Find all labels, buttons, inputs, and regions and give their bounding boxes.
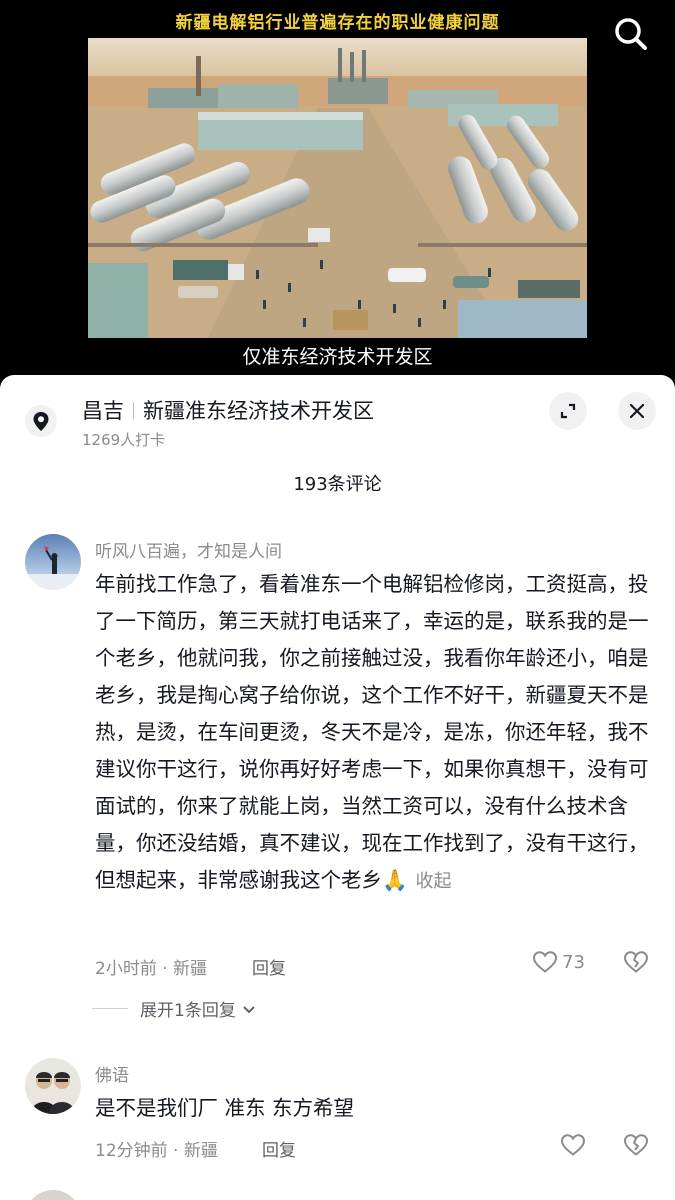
close-button[interactable]	[618, 392, 656, 430]
video-player[interactable]: 新疆电解铝行业普遍存在的职业健康问题 仅准东经济技术开发区	[0, 0, 675, 380]
search-icon	[615, 18, 647, 50]
like-button[interactable]	[560, 1133, 586, 1157]
avatar[interactable]	[25, 534, 81, 590]
chevron-down-icon	[243, 1005, 255, 1013]
video-title: 新疆电解铝行业普遍存在的职业健康问题	[175, 13, 500, 33]
dislike-button[interactable]	[623, 1133, 649, 1161]
location-city: 昌吉	[82, 399, 124, 423]
expand-replies-label: 展开1条回复	[140, 1001, 236, 1021]
avatar[interactable]	[25, 1190, 81, 1200]
search-button[interactable]	[611, 14, 651, 54]
reply-button[interactable]: 回复	[262, 1136, 296, 1161]
divider-line	[92, 1008, 128, 1009]
title-separator	[133, 402, 134, 419]
location-place: 新疆准东经济技术开发区	[143, 399, 374, 423]
broken-heart-icon	[623, 951, 649, 973]
comment-username[interactable]: 听风八百遍，才知是人间	[95, 537, 282, 562]
comment-body: 是不是我们厂 准东 东方希望	[95, 1096, 355, 1120]
video-frame-image	[88, 38, 587, 338]
expand-button[interactable]	[549, 392, 587, 430]
expand-icon	[560, 403, 576, 419]
location-title[interactable]: 昌吉 新疆准东经济技术开发区	[82, 395, 374, 425]
comment-text: 是不是我们厂 准东 东方希望	[95, 1090, 655, 1127]
checkin-count: 1269人打卡	[82, 431, 166, 449]
dislike-button[interactable]	[623, 950, 649, 978]
comment-body: 年前找工作急了，看着准东一个电解铝检修岗，工资挺高，投了一下简历，第三天就打电话…	[95, 572, 649, 892]
comment-text: 年前找工作急了，看着准东一个电解铝检修岗，工资挺高，投了一下简历，第三天就打电话…	[95, 566, 655, 900]
comment-username[interactable]: 佛语	[95, 1061, 129, 1086]
heart-icon	[532, 951, 558, 973]
heart-icon	[560, 1134, 586, 1156]
comment-meta: 12分钟前 · 新疆	[95, 1141, 218, 1161]
comment-count: 193条评论	[293, 474, 382, 495]
reply-button[interactable]: 回复	[252, 954, 286, 979]
like-button[interactable]: 73	[532, 950, 585, 974]
like-count: 73	[562, 951, 585, 973]
video-subtitle: 仅准东经济技术开发区	[242, 346, 433, 368]
avatar[interactable]	[25, 1058, 81, 1114]
collapse-link[interactable]: 收起	[416, 871, 452, 892]
comment-meta: 2小时前 · 新疆	[95, 959, 208, 979]
comment-sheet: 昌吉 新疆准东经济技术开发区 1269人打卡 193条评论 听风八百遍，才知是人…	[0, 375, 675, 1200]
expand-replies[interactable]: 展开1条回复	[92, 996, 258, 1021]
location-pin-icon	[24, 404, 58, 438]
broken-heart-icon	[623, 1134, 649, 1156]
close-icon	[629, 403, 645, 419]
